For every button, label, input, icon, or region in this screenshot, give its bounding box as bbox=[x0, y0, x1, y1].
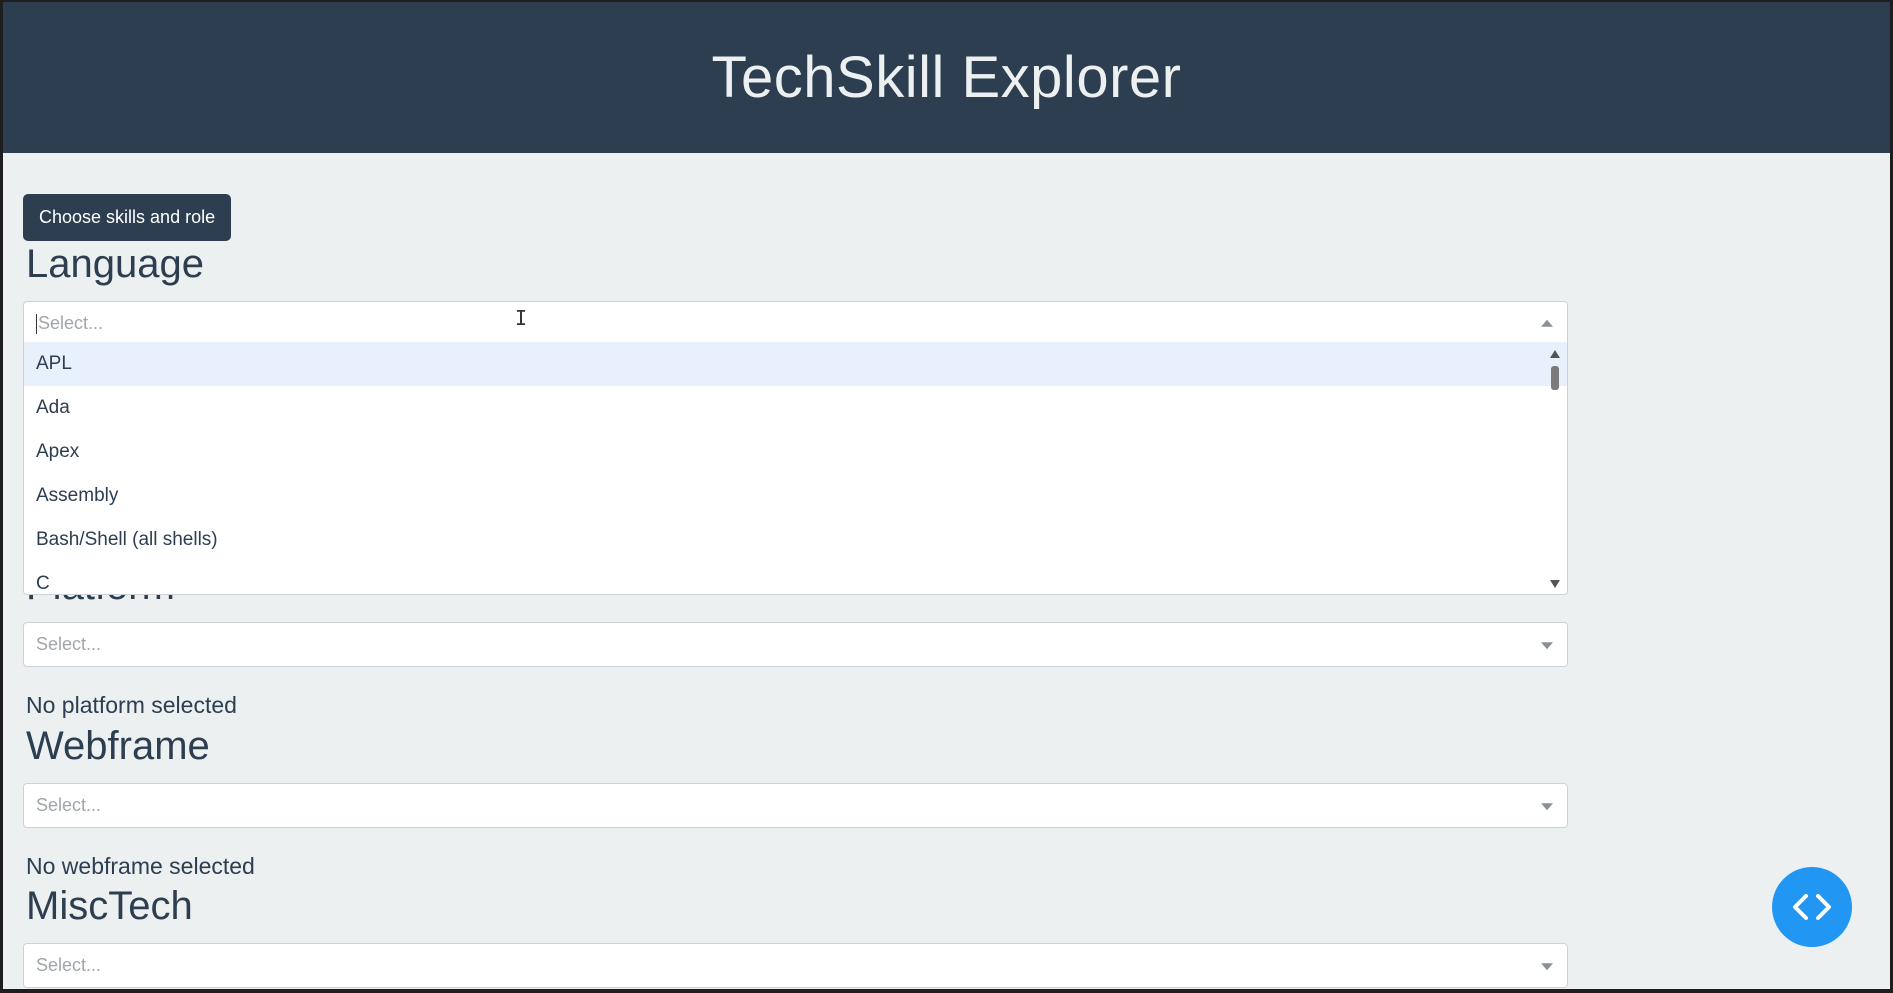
text-caret bbox=[36, 313, 37, 334]
app-header: TechSkill Explorer bbox=[3, 2, 1890, 153]
language-select[interactable]: Select... bbox=[23, 301, 1568, 346]
dropdown-option[interactable]: Apex bbox=[24, 430, 1567, 474]
dropdown-scrollbar[interactable] bbox=[1549, 350, 1561, 588]
dropdown-option[interactable]: APL bbox=[24, 342, 1567, 386]
scroll-down-icon[interactable] bbox=[1550, 580, 1560, 588]
dropdown-option[interactable]: C bbox=[24, 562, 1567, 594]
text-cursor-icon: I bbox=[514, 306, 528, 330]
app-window: TechSkill Explorer Choose skills and rol… bbox=[3, 2, 1890, 989]
misctech-select[interactable]: Select... bbox=[23, 943, 1568, 988]
platform-select-placeholder: Select... bbox=[36, 634, 102, 654]
code-icon bbox=[1793, 894, 1831, 920]
dropdown-option[interactable]: Assembly bbox=[24, 474, 1567, 518]
code-toggle-button[interactable] bbox=[1772, 867, 1852, 947]
platform-select[interactable]: Select... bbox=[23, 622, 1568, 667]
misctech-title: MiscTech bbox=[26, 884, 193, 928]
webframe-select[interactable]: Select... bbox=[23, 783, 1568, 828]
chevron-down-icon[interactable] bbox=[1541, 641, 1553, 649]
webframe-select-placeholder: Select... bbox=[36, 795, 102, 815]
platform-status: No platform selected bbox=[26, 692, 237, 718]
webframe-status: No webframe selected bbox=[26, 853, 255, 879]
language-dropdown-menu: APL Ada Apex Assembly Bash/Shell (all sh… bbox=[23, 342, 1568, 595]
app-title: TechSkill Explorer bbox=[711, 45, 1182, 110]
chevron-down-icon[interactable] bbox=[1541, 962, 1553, 970]
scroll-up-icon[interactable] bbox=[1550, 350, 1560, 358]
dropdown-option[interactable]: Bash/Shell (all shells) bbox=[24, 518, 1567, 562]
chevron-up-icon[interactable] bbox=[1541, 319, 1553, 327]
scrollbar-thumb[interactable] bbox=[1551, 366, 1559, 390]
language-select-placeholder: Select... bbox=[38, 313, 104, 333]
webframe-title: Webframe bbox=[26, 724, 210, 768]
chevron-down-icon[interactable] bbox=[1541, 802, 1553, 810]
dropdown-option[interactable]: Ada bbox=[24, 386, 1567, 430]
choose-skills-button[interactable]: Choose skills and role bbox=[23, 194, 232, 241]
language-title: Language bbox=[26, 242, 204, 286]
misctech-select-placeholder: Select... bbox=[36, 955, 102, 975]
